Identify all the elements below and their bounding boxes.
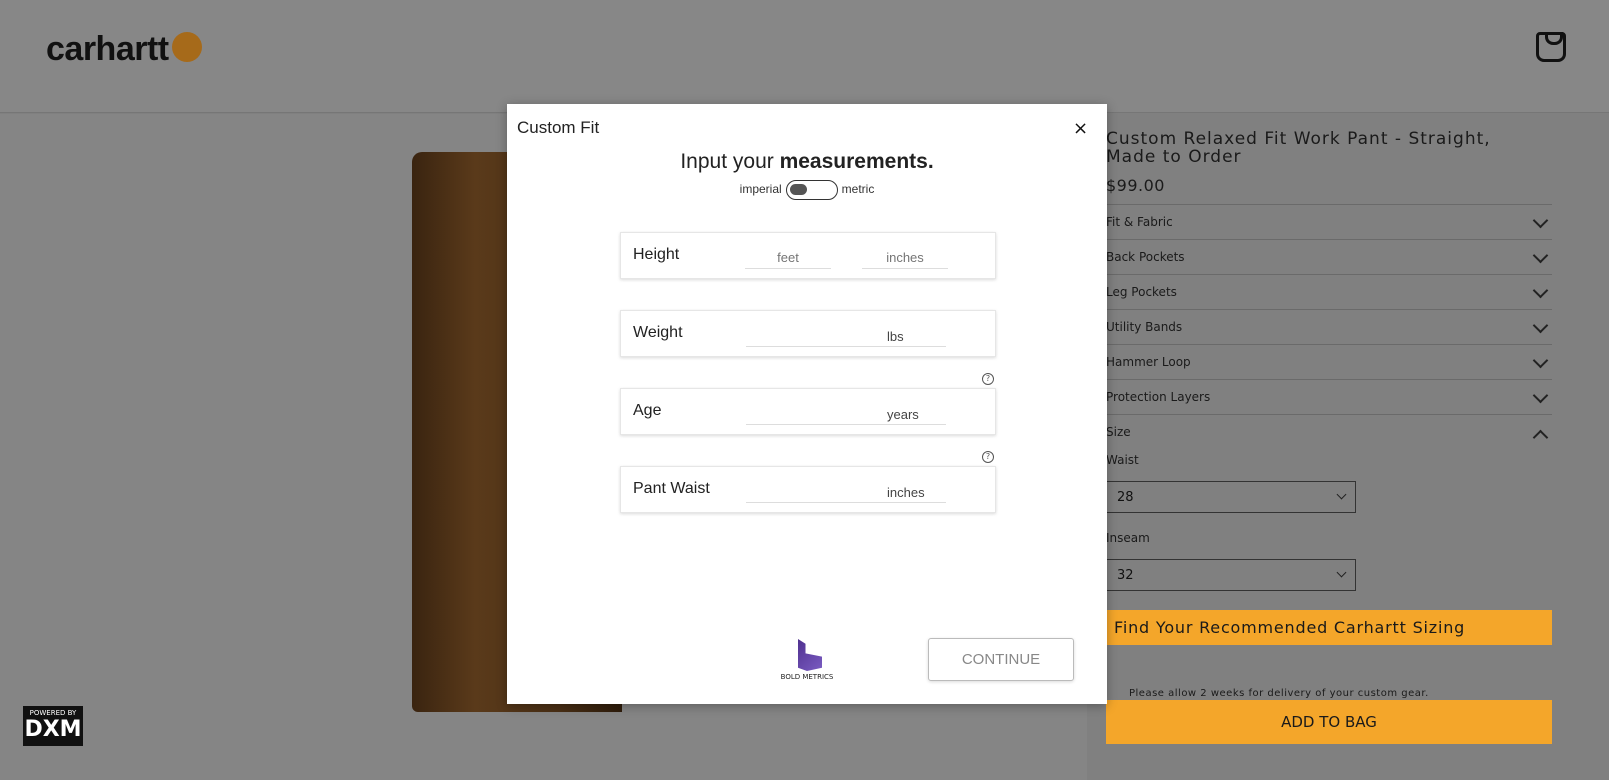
age-label: Age bbox=[633, 402, 662, 419]
chevron-down-icon bbox=[1532, 247, 1549, 264]
accordion-utility-bands[interactable]: Utility Bands bbox=[1106, 309, 1552, 345]
age-unit: years bbox=[887, 407, 919, 422]
close-icon[interactable]: × bbox=[1073, 118, 1088, 139]
pant-waist-field: Pant Waist inches bbox=[620, 466, 996, 513]
chevron-down-icon bbox=[1532, 317, 1549, 334]
chevron-down-icon bbox=[1532, 282, 1549, 299]
custom-fit-modal: Custom Fit × Input your measurements. im… bbox=[507, 104, 1107, 704]
chevron-down-icon bbox=[1532, 352, 1549, 369]
carhartt-logo[interactable]: carhartt bbox=[46, 30, 202, 69]
modal-heading: Input your measurements. bbox=[680, 150, 934, 173]
accordion-hammer-loop[interactable]: Hammer Loop bbox=[1106, 344, 1552, 380]
weight-field: Weight lbs bbox=[620, 310, 996, 357]
unit-toggle[interactable] bbox=[785, 180, 838, 200]
age-field: Age years bbox=[620, 388, 996, 435]
weight-label: Weight bbox=[633, 324, 683, 341]
chevron-down-icon bbox=[1336, 567, 1347, 578]
modal-title: Custom Fit bbox=[517, 118, 600, 137]
pant-waist-unit: inches bbox=[887, 485, 925, 500]
dxm-badge: POWERED BY DXM bbox=[23, 706, 83, 746]
waist-label: Waist bbox=[1106, 453, 1139, 467]
pant-waist-label: Pant Waist bbox=[633, 480, 710, 497]
weight-unit: lbs bbox=[887, 329, 904, 344]
height-field: Height bbox=[620, 232, 996, 279]
imperial-label: imperial bbox=[739, 182, 782, 197]
continue-button[interactable]: CONTINUE bbox=[928, 638, 1074, 681]
chevron-down-icon bbox=[1336, 489, 1347, 500]
site-header: carhartt bbox=[0, 0, 1609, 113]
chevron-down-icon bbox=[1532, 212, 1549, 229]
toggle-knob bbox=[789, 184, 807, 195]
accordion-leg-pockets[interactable]: Leg Pockets bbox=[1106, 274, 1552, 310]
help-icon[interactable]: ? bbox=[982, 451, 994, 463]
add-to-bag-button[interactable]: ADD TO BAG bbox=[1106, 700, 1552, 744]
bold-metrics-logo: BOLD METRICS bbox=[772, 639, 842, 681]
height-label: Height bbox=[633, 246, 680, 263]
shopping-bag-icon[interactable] bbox=[1536, 32, 1566, 62]
find-sizing-button[interactable]: Find Your Recommended Carhartt Sizing bbox=[1106, 610, 1552, 645]
weight-input[interactable] bbox=[746, 325, 946, 347]
height-inches-input[interactable] bbox=[862, 247, 948, 269]
accordion-size[interactable]: Size bbox=[1106, 414, 1552, 450]
product-title: Custom Relaxed Fit Work Pant - Straight,… bbox=[1106, 129, 1491, 167]
waist-select[interactable]: 28 bbox=[1106, 481, 1356, 513]
accordion-back-pockets[interactable]: Back Pockets bbox=[1106, 239, 1552, 275]
unit-toggle-row: imperial metric bbox=[507, 180, 1107, 200]
inseam-select[interactable]: 32 bbox=[1106, 559, 1356, 591]
accordion-protection-layers[interactable]: Protection Layers bbox=[1106, 379, 1552, 415]
chevron-down-icon bbox=[1532, 387, 1549, 404]
product-price: $99.00 bbox=[1106, 176, 1165, 195]
chevron-up-icon bbox=[1532, 429, 1549, 446]
help-icon[interactable]: ? bbox=[982, 373, 994, 385]
delivery-note: Please allow 2 weeks for delivery of you… bbox=[1129, 688, 1429, 699]
metric-label: metric bbox=[841, 182, 875, 197]
inseam-label: Inseam bbox=[1106, 531, 1150, 545]
height-feet-input[interactable] bbox=[745, 247, 831, 269]
accordion-fit-fabric[interactable]: Fit & Fabric bbox=[1106, 204, 1552, 240]
